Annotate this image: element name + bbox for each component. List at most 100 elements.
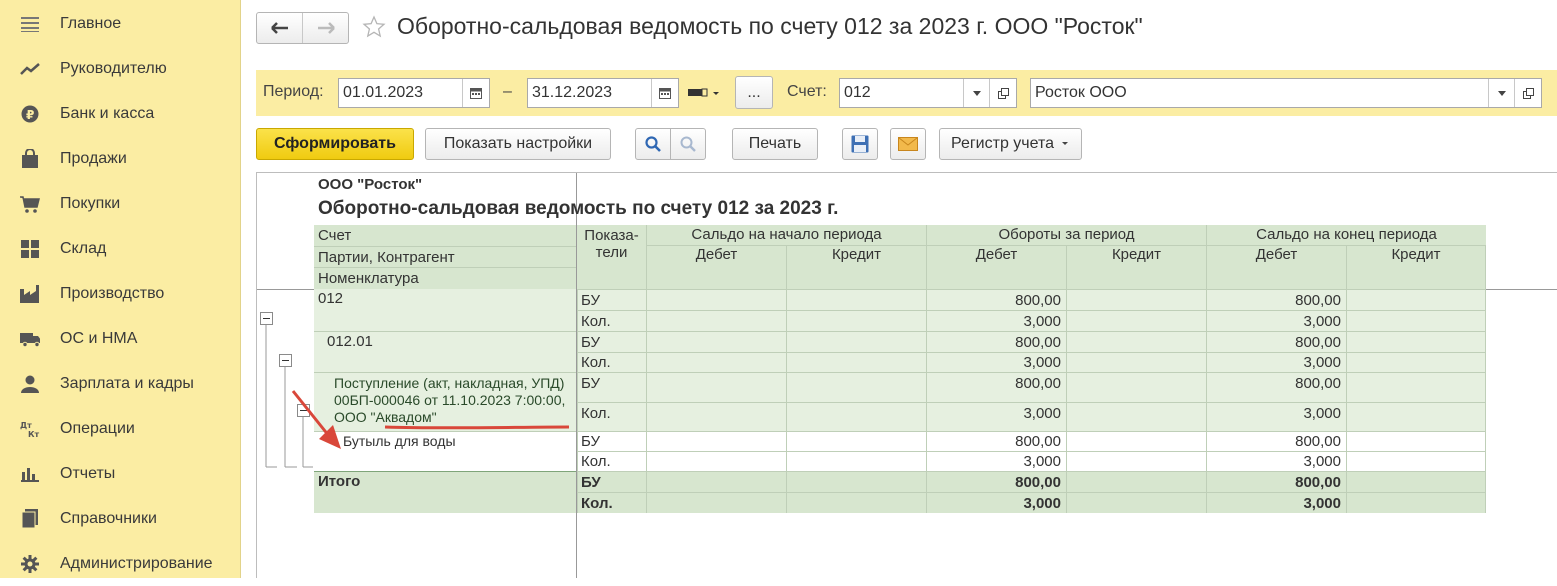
- books-icon: [20, 508, 40, 529]
- period-variant-dropdown[interactable]: [688, 86, 724, 100]
- amount-cell: [1346, 352, 1486, 372]
- indicator-cell: Кол.: [577, 310, 646, 331]
- indicator-cell: БУ: [577, 331, 646, 352]
- sidebar-item-label: ОС и НМА: [60, 329, 138, 347]
- indicator-cell: БУ: [577, 289, 646, 310]
- warehouse-icon: [20, 239, 40, 259]
- period-slider-icon: [688, 88, 719, 97]
- chevron-down-icon[interactable]: [963, 79, 990, 107]
- sidebar-item-production[interactable]: Производство: [0, 271, 240, 316]
- period-dash: –: [503, 83, 512, 100]
- indicator-cell: Кол.: [577, 492, 646, 513]
- sidebar-item-label: Продажи: [60, 149, 127, 167]
- amount-cell: [646, 431, 786, 451]
- back-button[interactable]: [257, 13, 302, 43]
- date-to-field[interactable]: 31.12.2023: [527, 78, 679, 108]
- amount-cell: [786, 289, 926, 310]
- floppy-disk-icon: [851, 135, 869, 153]
- amount-cell: [1346, 451, 1486, 471]
- amount-cell: [1066, 492, 1206, 513]
- sidebar-item-reports[interactable]: Отчеты: [0, 451, 240, 496]
- svg-text:Дт: Дт: [20, 421, 32, 430]
- chevron-down-icon[interactable]: [1488, 79, 1515, 107]
- send-email-button[interactable]: [890, 128, 926, 160]
- amount-cell: [646, 289, 786, 310]
- arrow-right-icon: [317, 22, 335, 34]
- calendar-icon[interactable]: [651, 79, 678, 107]
- amount-cell: [786, 372, 926, 402]
- sidebar-item-assets[interactable]: ОС и НМА: [0, 316, 240, 361]
- amount-cell: [786, 492, 926, 513]
- date-from-field[interactable]: 01.01.2023: [338, 78, 490, 108]
- indicator-cell: Кол.: [577, 352, 646, 372]
- header-debit: Дебет: [1206, 245, 1346, 289]
- amount-cell: [1066, 289, 1206, 310]
- open-icon[interactable]: [989, 79, 1016, 107]
- svg-text:₽: ₽: [26, 108, 34, 122]
- header-credit: Кредит: [1346, 245, 1486, 289]
- sidebar-item-purchases[interactable]: Покупки: [0, 181, 240, 226]
- sidebar-item-label: Склад: [60, 239, 107, 257]
- account-field[interactable]: 012: [839, 78, 1017, 108]
- amount-cell: 800,00: [926, 431, 1066, 451]
- amount-cell: 3,000: [926, 451, 1066, 471]
- cancel-search-button[interactable]: [670, 128, 706, 160]
- amount-cell: [646, 352, 786, 372]
- amount-cell: 800,00: [926, 372, 1066, 402]
- sidebar-item-salary[interactable]: Зарплата и кадры: [0, 361, 240, 406]
- indicator-cell: Кол.: [577, 402, 646, 431]
- amount-cell: 800,00: [1206, 289, 1346, 310]
- indicator-cell: БУ: [577, 431, 646, 451]
- sidebar-item-directories[interactable]: Справочники: [0, 496, 240, 541]
- amount-cell: 3,000: [926, 402, 1066, 431]
- amount-cell: 800,00: [926, 471, 1066, 492]
- show-settings-button[interactable]: Показать настройки: [425, 128, 611, 160]
- select-period-button[interactable]: ...: [735, 76, 773, 109]
- amount-cell: [1066, 331, 1206, 352]
- account-register-button[interactable]: Регистр учета: [939, 128, 1082, 160]
- save-button[interactable]: [842, 128, 878, 160]
- sidebar-item-warehouse[interactable]: Склад: [0, 226, 240, 271]
- calendar-icon[interactable]: [462, 79, 489, 107]
- amount-cell: 800,00: [926, 331, 1066, 352]
- organization-field[interactable]: Росток ООО: [1030, 78, 1542, 108]
- sidebar-item-manager[interactable]: Руководителю: [0, 46, 240, 91]
- amount-cell: 800,00: [926, 289, 1066, 310]
- amount-cell: [786, 352, 926, 372]
- search-button[interactable]: [635, 128, 671, 160]
- amount-cell: [1066, 471, 1206, 492]
- sidebar-item-bank[interactable]: ₽ Банк и касса: [0, 91, 240, 136]
- sidebar-item-label: Производство: [60, 284, 165, 302]
- amount-cell: [1346, 372, 1486, 402]
- report-area: ООО "Росток" Оборотно-сальдовая ведомост…: [256, 172, 1557, 578]
- trend-chart-icon: [20, 59, 40, 79]
- sidebar-item-label: Руководителю: [60, 59, 167, 77]
- generate-button[interactable]: Сформировать: [256, 128, 414, 160]
- sidebar-item-label: Покупки: [60, 194, 121, 212]
- header-opening-balance: Сальдо на начало периода: [646, 225, 926, 245]
- amount-cell: [1346, 402, 1486, 431]
- indicator-cell: БУ: [577, 471, 646, 492]
- print-button[interactable]: Печать: [732, 128, 818, 160]
- period-label: Период:: [263, 83, 324, 100]
- amount-cell: [1066, 431, 1206, 451]
- favorite-star-icon[interactable]: [362, 15, 386, 39]
- cart-icon: [20, 194, 40, 214]
- amount-cell: [786, 402, 926, 431]
- amount-cell: [646, 451, 786, 471]
- amount-cell: 3,000: [1206, 402, 1346, 431]
- sidebar-item-main[interactable]: Главное: [0, 1, 240, 46]
- open-icon[interactable]: [1514, 79, 1541, 107]
- sidebar-item-operations[interactable]: Дт Кт Операции: [0, 406, 240, 451]
- amount-cell: [1346, 492, 1486, 513]
- amount-cell: [646, 310, 786, 331]
- sidebar-item-administration[interactable]: Администрирование: [0, 541, 240, 586]
- factory-icon: [20, 284, 40, 304]
- sidebar-item-sales[interactable]: Продажи: [0, 136, 240, 181]
- amount-cell: [646, 492, 786, 513]
- annotation-arrow: [291, 390, 570, 449]
- forward-button[interactable]: [302, 13, 348, 43]
- amount-cell: 3,000: [926, 492, 1066, 513]
- amount-cell: [786, 331, 926, 352]
- indicator-cell: БУ: [577, 372, 646, 402]
